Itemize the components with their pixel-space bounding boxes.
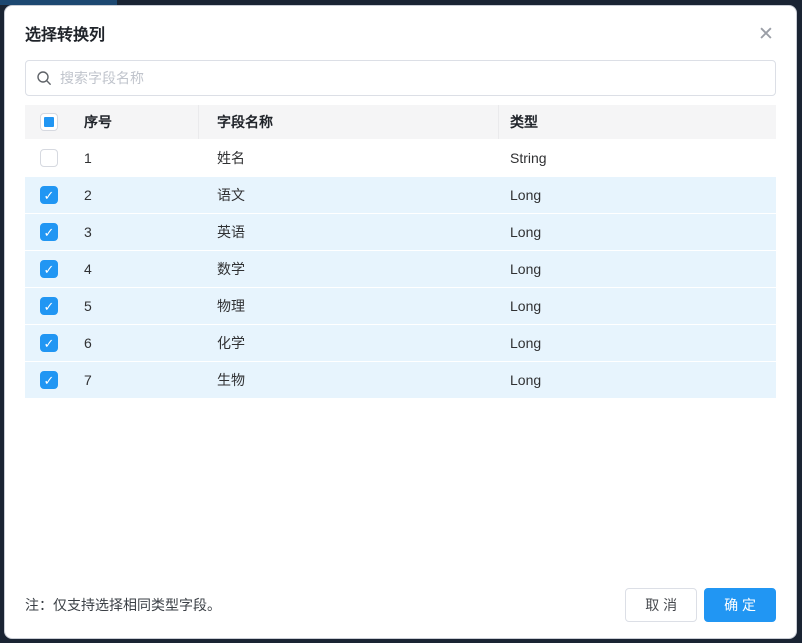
checkmark-icon: ✓: [44, 226, 55, 239]
row-checkbox-cell: ✓: [25, 214, 73, 250]
row-field-name: 化学: [198, 325, 498, 361]
row-checkbox-cell: ✓: [25, 140, 73, 176]
row-field-name: 姓名: [198, 140, 498, 176]
table-row[interactable]: ✓ 3 英语 Long: [25, 214, 776, 251]
row-field-name: 生物: [198, 362, 498, 398]
fields-table: ✓ 序号 字段名称 类型 ✓ 1 姓名 String ✓ 2 语文 Long: [25, 105, 776, 399]
row-field-type: Long: [498, 177, 776, 213]
row-field-type: Long: [498, 362, 776, 398]
row-field-name: 语文: [198, 177, 498, 213]
row-checkbox-cell: ✓: [25, 325, 73, 361]
cancel-button[interactable]: 取 消: [625, 588, 697, 622]
row-index: 6: [73, 325, 198, 361]
row-checkbox[interactable]: ✓: [40, 334, 58, 352]
row-field-type: Long: [498, 214, 776, 250]
table-header-row: ✓ 序号 字段名称 类型: [25, 105, 776, 140]
table-row[interactable]: ✓ 6 化学 Long: [25, 325, 776, 362]
select-all-checkbox[interactable]: ✓: [40, 113, 58, 131]
row-index: 1: [73, 140, 198, 176]
row-checkbox-cell: ✓: [25, 177, 73, 213]
checkmark-icon: ✓: [44, 300, 55, 313]
row-index: 2: [73, 177, 198, 213]
row-checkbox[interactable]: ✓: [40, 260, 58, 278]
column-header-type: 类型: [498, 105, 776, 139]
row-field-type: String: [498, 140, 776, 176]
row-checkbox[interactable]: ✓: [40, 297, 58, 315]
row-field-name: 数学: [198, 251, 498, 287]
row-checkbox[interactable]: ✓: [40, 149, 58, 167]
table-row[interactable]: ✓ 7 生物 Long: [25, 362, 776, 399]
column-header-index: 序号: [73, 105, 198, 139]
select-all-cell: ✓: [25, 105, 73, 139]
search-input[interactable]: [60, 70, 765, 86]
select-convert-columns-dialog: 选择转换列 ✕ ✓ 序号 字段名称 类型 ✓ 1 姓名: [4, 5, 797, 639]
row-checkbox-cell: ✓: [25, 362, 73, 398]
dialog-title: 选择转换列: [25, 25, 776, 47]
row-index: 4: [73, 251, 198, 287]
table-row[interactable]: ✓ 5 物理 Long: [25, 288, 776, 325]
row-index: 3: [73, 214, 198, 250]
column-header-field-name: 字段名称: [198, 105, 498, 139]
close-icon[interactable]: ✕: [756, 25, 776, 45]
table-row[interactable]: ✓ 1 姓名 String: [25, 140, 776, 177]
row-index: 7: [73, 362, 198, 398]
dialog-footer: 注：仅支持选择相同类型字段。 取 消 确 定: [25, 588, 776, 622]
search-icon: [36, 70, 52, 86]
row-checkbox[interactable]: ✓: [40, 371, 58, 389]
row-checkbox[interactable]: ✓: [40, 186, 58, 204]
row-field-type: Long: [498, 288, 776, 324]
checkmark-icon: ✓: [44, 263, 55, 276]
checkmark-icon: ✓: [44, 189, 55, 202]
table-body: ✓ 1 姓名 String ✓ 2 语文 Long ✓ 3 英语 Long ✓: [25, 140, 776, 399]
table-row[interactable]: ✓ 2 语文 Long: [25, 177, 776, 214]
checkmark-icon: ✓: [44, 337, 55, 350]
table-row[interactable]: ✓ 4 数学 Long: [25, 251, 776, 288]
row-field-type: Long: [498, 251, 776, 287]
confirm-button[interactable]: 确 定: [704, 588, 776, 622]
row-field-type: Long: [498, 325, 776, 361]
checkmark-icon: ✓: [44, 374, 55, 387]
row-checkbox-cell: ✓: [25, 288, 73, 324]
row-field-name: 物理: [198, 288, 498, 324]
row-checkbox-cell: ✓: [25, 251, 73, 287]
footer-note: 注：仅支持选择相同类型字段。: [25, 595, 625, 615]
row-field-name: 英语: [198, 214, 498, 250]
indeterminate-mark-icon: [44, 117, 54, 127]
search-field-wrapper: [25, 60, 776, 96]
row-checkbox[interactable]: ✓: [40, 223, 58, 241]
row-index: 5: [73, 288, 198, 324]
